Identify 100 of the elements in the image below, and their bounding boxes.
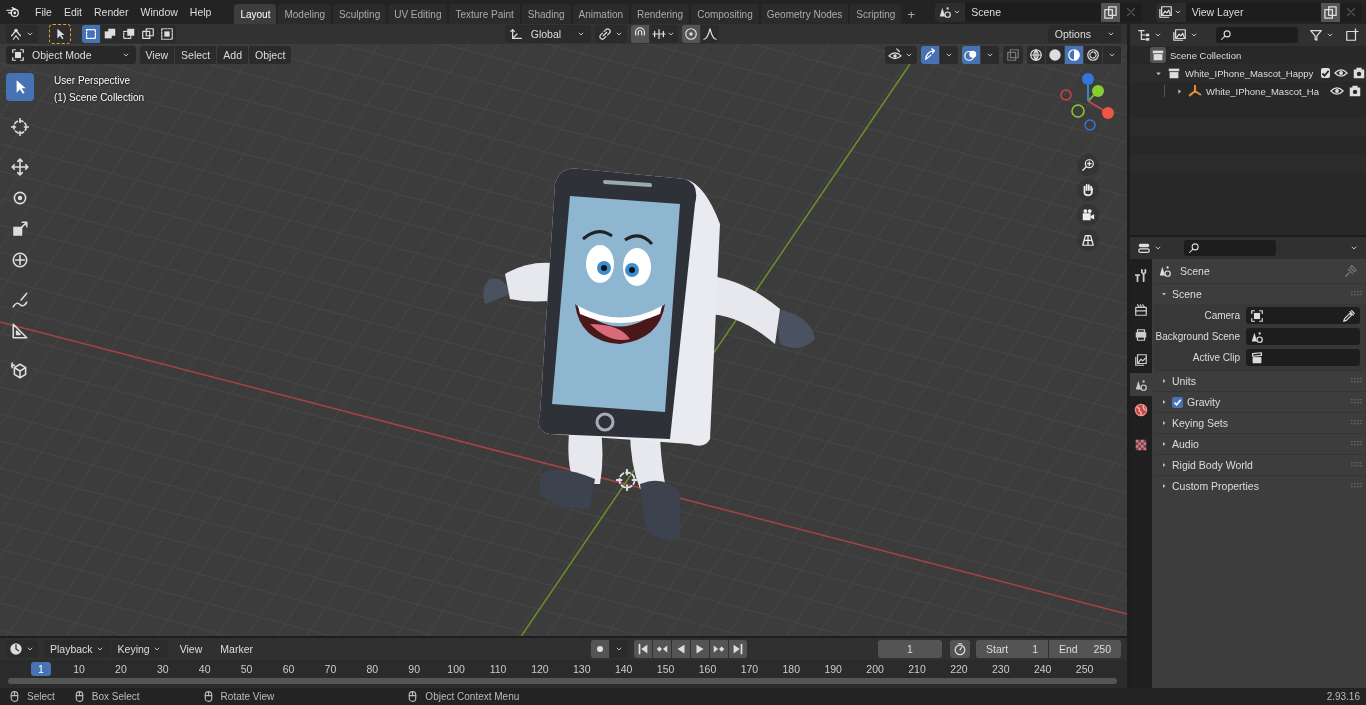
selection-mode-button[interactable] [158, 25, 176, 43]
material-preview-button[interactable] [1065, 46, 1083, 64]
camera-field[interactable] [1246, 307, 1360, 324]
pan-button[interactable] [1077, 179, 1099, 201]
checkbox[interactable] [1172, 396, 1183, 408]
outliner-item[interactable]: White_IPhone_Mascot_Ha [1206, 85, 1319, 97]
eye-icon[interactable] [1334, 66, 1349, 80]
mode-dropdown[interactable]: Object Mode [6, 46, 136, 64]
preview-range-toggle[interactable] [950, 640, 970, 658]
jump-to-end-button[interactable] [728, 640, 747, 658]
workspace-tab[interactable]: Texture Paint [449, 4, 520, 24]
playhead-frame-marker[interactable]: 1 [31, 662, 51, 676]
outliner-item[interactable]: White_IPhone_Mascot_Happy [1185, 67, 1314, 79]
disclosure-triangle-icon[interactable] [1175, 86, 1184, 96]
menu-item[interactable]: Edit [58, 3, 87, 21]
timeline-menu[interactable]: Keying [111, 640, 168, 658]
timeline-menu[interactable]: Playback [44, 640, 111, 658]
overlays-toggle[interactable] [962, 46, 980, 64]
search-field[interactable] [1216, 27, 1298, 43]
options-dropdown[interactable]: Options [1047, 25, 1121, 43]
zoom-button[interactable] [1077, 154, 1099, 176]
disclosure-triangle-icon[interactable] [1160, 290, 1168, 298]
exclude-checkbox[interactable] [1321, 68, 1331, 78]
timeline-menu[interactable]: View [173, 643, 209, 655]
3d-cursor-icon[interactable] [616, 469, 638, 491]
copy-icon[interactable] [1321, 2, 1340, 22]
disclosure-triangle-icon[interactable] [1160, 419, 1168, 427]
timeline-scrollbar[interactable] [8, 678, 1117, 684]
camera-view-button[interactable] [1077, 204, 1099, 226]
workspace-tab[interactable]: Sculpting [333, 4, 387, 24]
disclosure-triangle-icon[interactable] [1160, 482, 1168, 490]
workspace-tab[interactable]: Modeling [278, 4, 332, 24]
viewport-menu[interactable]: Object [249, 46, 292, 64]
snap-target-button[interactable] [650, 25, 679, 43]
editor-type-button[interactable] [6, 25, 38, 43]
workspace-tab[interactable]: Rendering [631, 4, 690, 24]
frame-number: 210 [907, 663, 927, 675]
copy-icon[interactable] [1100, 2, 1120, 22]
select-box-tool[interactable] [6, 73, 34, 101]
menu-item[interactable]: File [30, 3, 57, 21]
workspace-tab[interactable]: Geometry Nodes [760, 4, 849, 24]
wireframe-shading-button[interactable] [1027, 46, 1045, 64]
solid-shading-button[interactable] [1046, 46, 1064, 64]
menu-item[interactable]: Help [184, 3, 217, 21]
search-field[interactable] [1184, 240, 1276, 256]
next-keyframe-button[interactable] [709, 640, 728, 658]
current-frame-field[interactable]: 1 [878, 640, 942, 658]
workspace-tab[interactable]: Scripting [850, 4, 902, 24]
viewport-menu[interactable]: Select [175, 46, 217, 64]
eyedropper-icon[interactable] [1342, 308, 1356, 323]
start-frame-field[interactable]: Start 1 [976, 640, 1048, 658]
workspace-tab[interactable]: Layout [234, 4, 277, 24]
menu-item[interactable]: Window [135, 3, 183, 21]
timeline-menu[interactable]: Marker [214, 643, 259, 655]
gizmo-toggle[interactable] [921, 46, 939, 64]
play-button[interactable] [690, 640, 709, 658]
outliner-item[interactable]: Scene Collection [1170, 49, 1242, 61]
previous-keyframe-button[interactable] [652, 640, 671, 658]
disclosure-triangle-icon[interactable] [1160, 461, 1168, 469]
eye-icon[interactable] [1330, 84, 1344, 98]
selection-mode-button[interactable] [101, 25, 119, 43]
disclosure-triangle-icon[interactable] [1160, 377, 1168, 385]
selection-mode-button[interactable] [120, 25, 138, 43]
selection-mode-button[interactable] [82, 25, 100, 43]
workspace-tab[interactable]: Shading [521, 4, 571, 24]
proportional-editing-toggle[interactable] [682, 25, 701, 43]
view-layer-selector[interactable]: View Layer [1155, 2, 1362, 22]
scene-selector[interactable]: Scene [935, 2, 1142, 22]
pivot-point-button[interactable] [595, 25, 628, 43]
visibility-button[interactable] [885, 46, 917, 64]
menu-item[interactable]: Render [89, 3, 134, 21]
viewport-menu[interactable]: Add [217, 46, 248, 64]
editor-type-button[interactable] [6, 640, 38, 658]
projection-toggle-button[interactable] [1077, 229, 1099, 251]
jump-to-start-button[interactable] [633, 640, 652, 658]
clip-field[interactable] [1246, 349, 1360, 366]
workspace-tab[interactable]: Compositing [691, 4, 759, 24]
rendered-shading-button[interactable] [1084, 46, 1102, 64]
3d-viewport[interactable]: Global Options Object Mode View Select Add Object User Perspective (1) Scene Collection [0, 24, 1127, 636]
play-reverse-button[interactable] [671, 640, 690, 658]
active-tool-button[interactable] [50, 25, 70, 43]
camera-icon[interactable] [1352, 66, 1366, 80]
selection-mode-button[interactable] [139, 25, 157, 43]
pin-icon[interactable] [1344, 264, 1358, 278]
camera-icon[interactable] [1348, 84, 1362, 98]
workspace-tab[interactable]: Animation [572, 4, 629, 24]
orientation-dropdown[interactable]: Global [504, 25, 592, 43]
scene-tab[interactable] [1130, 373, 1152, 396]
x-ray-toggle[interactable] [1003, 46, 1023, 64]
disclosure-triangle-icon[interactable] [1160, 440, 1168, 448]
end-frame-field[interactable]: End 250 [1049, 640, 1121, 658]
disclosure-triangle-icon[interactable] [1160, 398, 1168, 406]
scene-field[interactable] [1246, 328, 1360, 345]
add-workspace-button[interactable]: + [903, 5, 920, 23]
auto-keying-toggle[interactable] [590, 640, 609, 658]
workspace-tab[interactable]: UV Editing [388, 4, 448, 24]
blender-logo-icon[interactable] [6, 5, 20, 19]
falloff-button[interactable] [701, 25, 720, 43]
viewport-menu[interactable]: View [139, 46, 175, 64]
snap-toggle[interactable] [631, 25, 650, 43]
